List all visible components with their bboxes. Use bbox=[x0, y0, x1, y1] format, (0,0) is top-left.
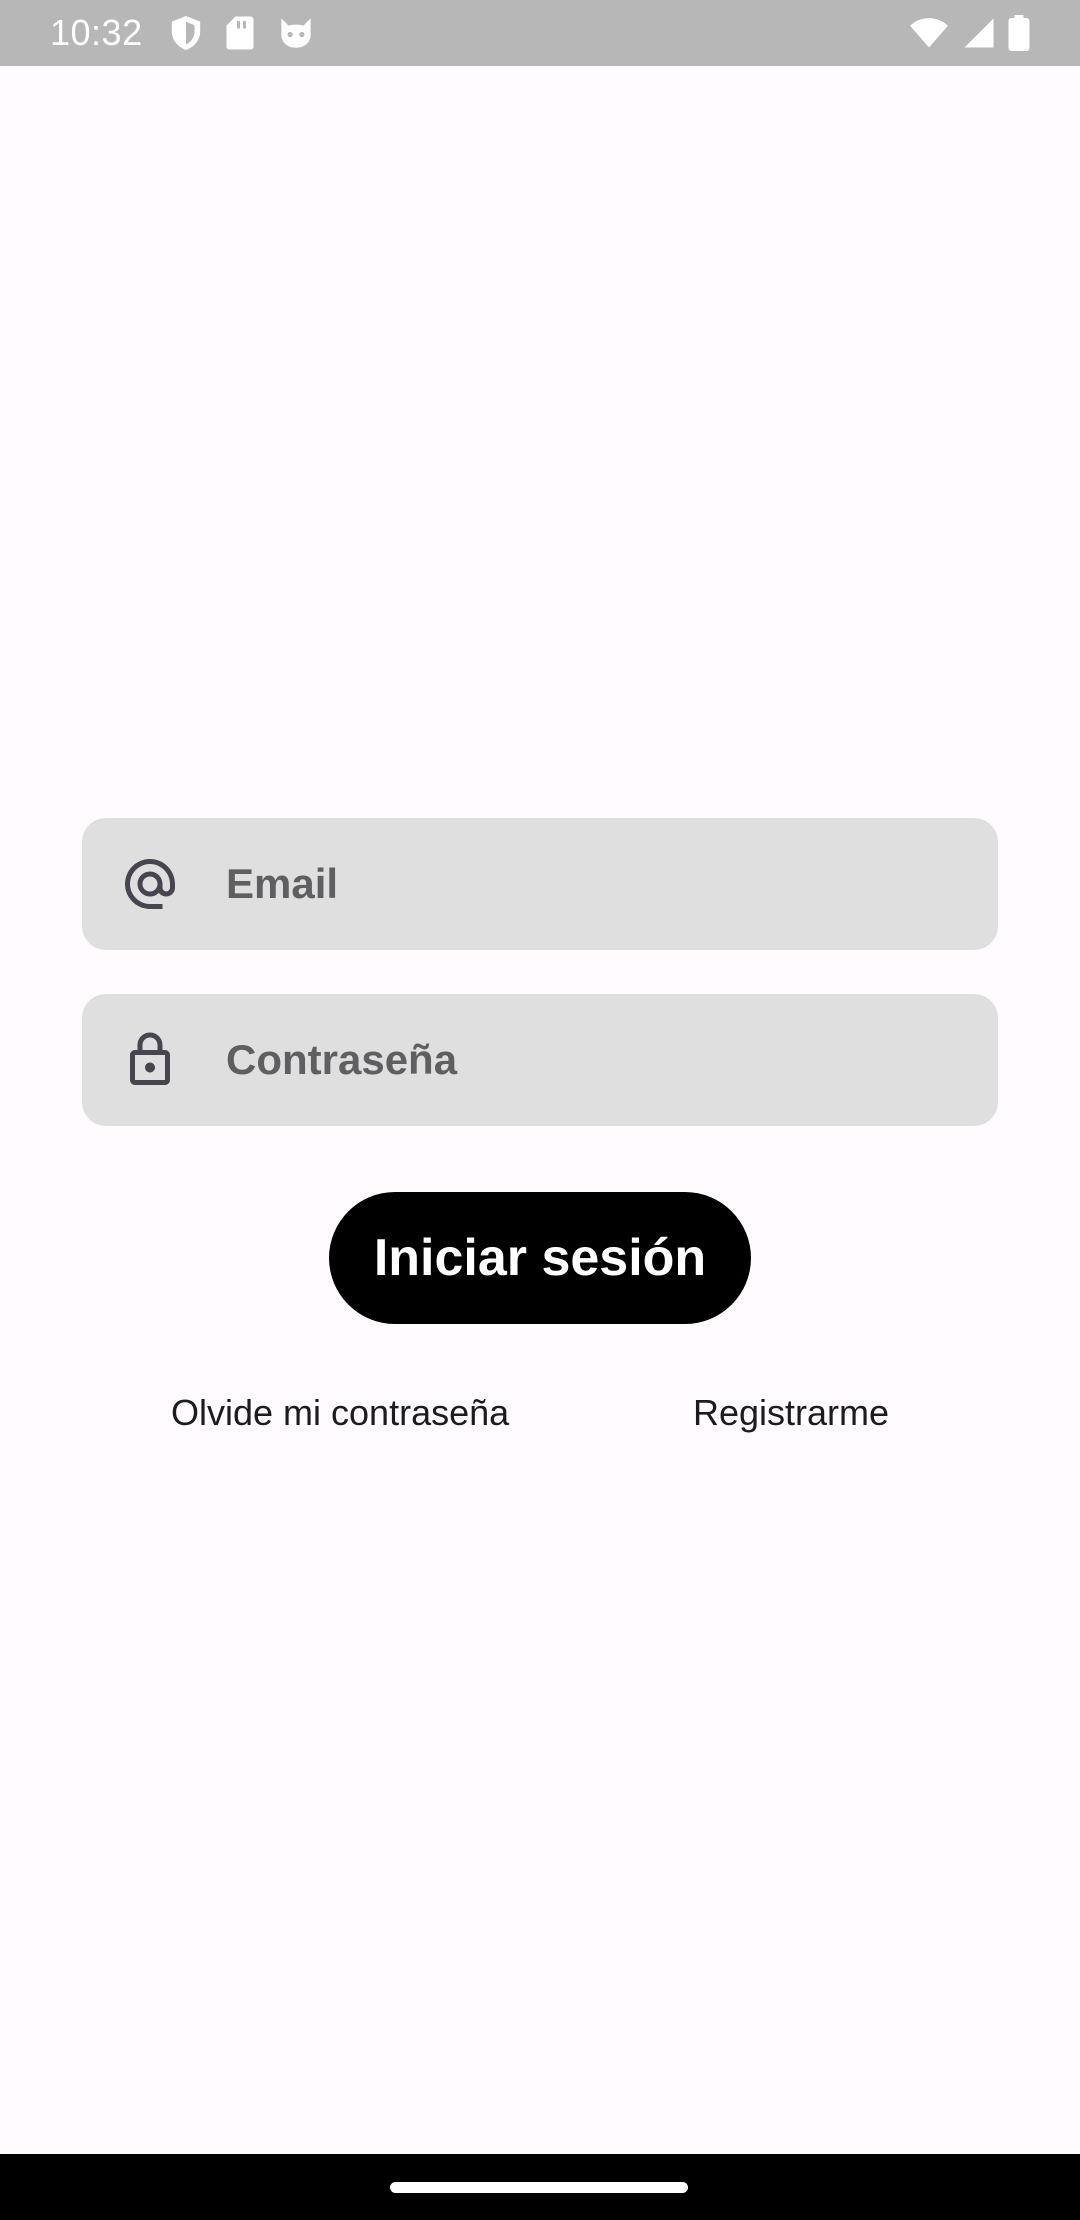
status-bar: 10:32 bbox=[0, 0, 1080, 66]
email-input[interactable] bbox=[226, 818, 946, 950]
at-sign-icon bbox=[120, 854, 180, 914]
home-indicator[interactable] bbox=[390, 2182, 688, 2193]
sd-card-icon bbox=[225, 15, 255, 51]
battery-icon bbox=[1008, 15, 1030, 51]
password-input[interactable] bbox=[226, 994, 946, 1126]
password-field[interactable] bbox=[82, 994, 998, 1126]
navigation-bar bbox=[0, 2154, 1080, 2220]
status-time: 10:32 bbox=[50, 12, 143, 53]
status-right-icons bbox=[908, 15, 1030, 51]
lock-icon bbox=[120, 1030, 180, 1090]
wifi-icon bbox=[908, 17, 950, 49]
register-link[interactable]: Registrarme bbox=[693, 1392, 889, 1434]
signal-icon bbox=[962, 17, 996, 49]
status-left-icons bbox=[169, 14, 315, 52]
shield-icon bbox=[169, 14, 203, 52]
cat-face-icon bbox=[277, 15, 315, 51]
email-field[interactable] bbox=[82, 818, 998, 950]
login-button[interactable]: Iniciar sesión bbox=[329, 1192, 751, 1324]
forgot-password-link[interactable]: Olvide mi contraseña bbox=[171, 1392, 509, 1434]
